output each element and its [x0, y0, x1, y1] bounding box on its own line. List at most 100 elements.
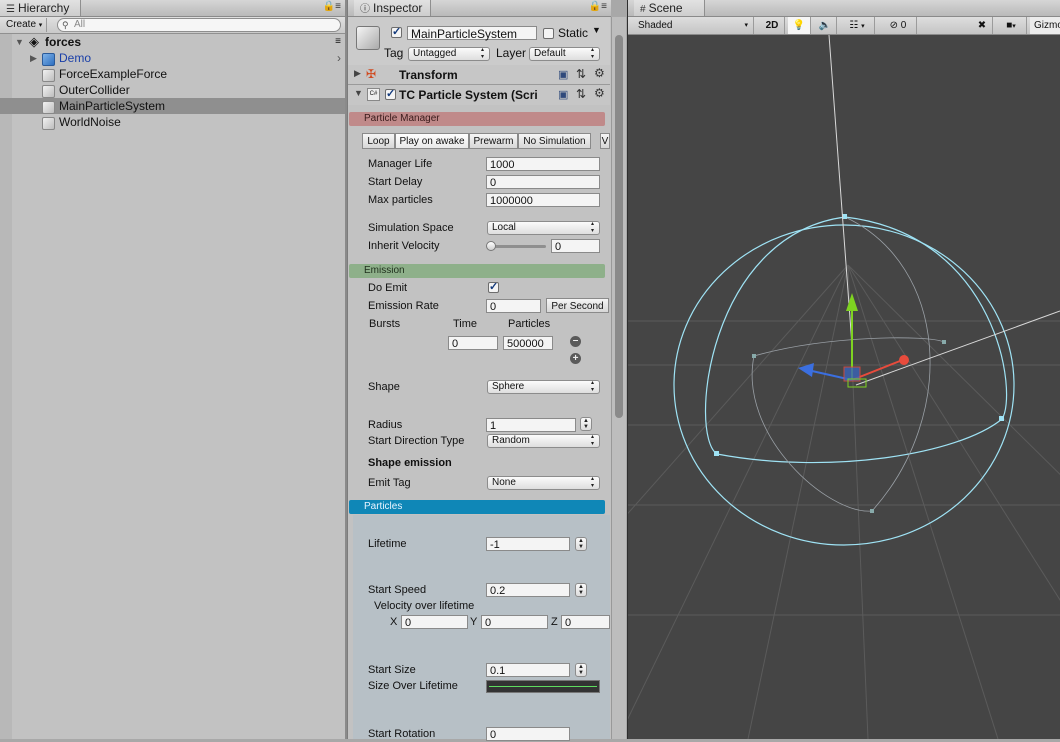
chevron-right-icon[interactable]: ›: [337, 50, 341, 66]
rate-mode-button[interactable]: Per Second: [546, 298, 609, 313]
camera-icon[interactable]: ■▾: [996, 17, 1027, 34]
hierarchy-tab-bar: ☰ Hierarchy 🔒≡: [0, 0, 345, 17]
play-on-awake-toggle[interactable]: Play on awake: [395, 133, 469, 149]
tools-icon[interactable]: ✖: [972, 17, 993, 34]
gameobject-cube-icon: [42, 117, 55, 130]
emission-rate-label: Emission Rate: [368, 300, 439, 312]
hierarchy-search-input[interactable]: ⚲ All: [57, 18, 341, 32]
collapse-arrow-icon[interactable]: ▶: [354, 68, 361, 79]
prewarm-toggle[interactable]: Prewarm: [469, 133, 518, 149]
inherit-velocity-slider-thumb[interactable]: [486, 241, 496, 251]
object-name-field[interactable]: MainParticleSystem: [407, 26, 537, 41]
gear-icon[interactable]: ⚙: [594, 86, 605, 100]
inherit-velocity-field[interactable]: 0: [551, 239, 600, 253]
scene-root-row[interactable]: ▼ ◈ forces ≡: [0, 34, 345, 50]
lifetime-label: Lifetime: [368, 538, 407, 550]
burst-particles-field[interactable]: 500000: [503, 336, 553, 350]
dropdown-arrow-icon[interactable]: ▼: [592, 25, 601, 35]
lighting-icon[interactable]: 💡: [788, 17, 811, 34]
collapse-arrow-icon[interactable]: ▶: [30, 50, 37, 66]
static-checkbox[interactable]: [543, 28, 554, 39]
hierarchy-panel: ☰ Hierarchy 🔒≡ Create ▾ ⚲ All ▼ ◈ forces …: [0, 0, 345, 739]
max-particles-field[interactable]: 1000000: [486, 193, 600, 207]
burst-time-field[interactable]: 0: [448, 336, 498, 350]
velocity-z-field[interactable]: 0: [561, 615, 610, 629]
start-speed-field[interactable]: 0.2: [486, 583, 570, 597]
start-size-field[interactable]: 0.1: [486, 663, 570, 677]
inspector-tab[interactable]: ⓘ Inspector: [354, 0, 431, 16]
scene-viewport[interactable]: [628, 35, 1060, 739]
emission-header[interactable]: Emission: [349, 264, 605, 278]
tag-dropdown[interactable]: Untagged: [408, 47, 490, 61]
inherit-velocity-slider-track[interactable]: [490, 245, 546, 248]
unity-scene-icon: ◈: [29, 34, 39, 49]
audio-icon[interactable]: 🔈: [814, 17, 837, 34]
2d-toggle[interactable]: 2D: [760, 17, 785, 34]
component-label: TC Particle System (Scri: [399, 88, 538, 102]
transform-label: Transform: [399, 68, 458, 82]
hierarchy-item-mainparticlesystem[interactable]: MainParticleSystem: [0, 98, 345, 114]
velocity-y-field[interactable]: 0: [481, 615, 548, 629]
lifetime-spinner[interactable]: ▲ ▼: [575, 537, 587, 551]
gameobject-cube-icon: [42, 101, 55, 114]
velocity-x-field[interactable]: 0: [401, 615, 468, 629]
lock-icon[interactable]: 🔒≡: [589, 1, 607, 12]
scene-toolbar: Shaded▾ 2D 💡 🔈 ☷ ▾ ⊘ 0 ✖ ■▾ Gizmos: [628, 17, 1060, 35]
hierarchy-tab[interactable]: ☰ Hierarchy: [0, 0, 81, 16]
particle-manager-header[interactable]: Particle Manager: [349, 112, 605, 126]
size-over-lifetime-curve[interactable]: [486, 680, 600, 693]
component-enabled-checkbox[interactable]: ✓: [385, 89, 396, 100]
plus-circle-icon[interactable]: +: [570, 353, 581, 364]
layer-dropdown[interactable]: Default: [529, 47, 600, 61]
list-icon: ☰: [6, 4, 15, 15]
start-delay-label: Start Delay: [368, 176, 423, 188]
overflow-toggle[interactable]: V: [600, 133, 610, 149]
lock-icon[interactable]: 🔒≡: [323, 1, 341, 12]
hierarchy-item-worldnoise[interactable]: WorldNoise: [0, 114, 345, 130]
size-over-lifetime-label: Size Over Lifetime: [368, 680, 458, 692]
simulation-space-dropdown[interactable]: Local: [487, 221, 600, 235]
start-speed-spinner[interactable]: ▲ ▼: [575, 583, 587, 597]
effects-icon[interactable]: ☷ ▾: [840, 17, 875, 34]
start-size-spinner[interactable]: ▲ ▼: [575, 663, 587, 677]
loop-toggle[interactable]: Loop: [362, 133, 395, 149]
particles-header[interactable]: Particles: [349, 500, 605, 514]
start-direction-dropdown[interactable]: Random: [487, 434, 600, 448]
help-book-icon[interactable]: ▣: [558, 68, 568, 81]
scene-menu-icon[interactable]: ≡: [335, 34, 341, 50]
scene-tab[interactable]: # Scene: [634, 0, 705, 16]
hidden-objects-toggle[interactable]: ⊘ 0: [880, 17, 917, 34]
emission-rate-field[interactable]: 0: [486, 299, 541, 313]
prefab-cube-icon: [42, 53, 55, 66]
script-icon: C#: [367, 88, 380, 101]
time-column-header: Time: [453, 318, 478, 330]
expand-arrow-icon[interactable]: ▼: [354, 88, 363, 98]
emit-tag-dropdown[interactable]: None: [487, 476, 600, 490]
hierarchy-item-forceexampleforce[interactable]: ForceExampleForce: [0, 66, 345, 82]
radius-spinner[interactable]: ▲ ▼: [580, 417, 592, 431]
gear-icon[interactable]: ⚙: [594, 66, 605, 80]
draw-mode-dropdown[interactable]: Shaded ▾: [628, 17, 754, 34]
shape-dropdown[interactable]: Sphere: [487, 380, 600, 394]
hierarchy-item-outercollider[interactable]: OuterCollider: [0, 82, 345, 98]
create-button[interactable]: Create ▾: [2, 18, 48, 32]
transform-component-header[interactable]: [348, 65, 610, 85]
do-emit-checkbox[interactable]: ✓: [488, 282, 499, 293]
x-axis-handle-icon: [899, 355, 909, 365]
gizmos-dropdown[interactable]: Gizmos: [1030, 17, 1060, 34]
minus-circle-icon[interactable]: –: [570, 336, 581, 347]
expand-arrow-icon[interactable]: ▼: [15, 34, 24, 50]
preset-icon[interactable]: ⇅: [576, 87, 586, 101]
radius-field[interactable]: 1: [486, 418, 576, 432]
preset-icon[interactable]: ⇅: [576, 67, 586, 81]
hierarchy-item-demo[interactable]: ▶ Demo ›: [0, 50, 345, 66]
inspector-scrollbar[interactable]: [611, 17, 626, 739]
no-simulation-toggle[interactable]: No Simulation: [518, 133, 591, 149]
active-checkbox[interactable]: ✓: [391, 27, 402, 38]
inspector-scroll-thumb[interactable]: [615, 35, 623, 418]
help-book-icon[interactable]: ▣: [558, 88, 568, 101]
start-size-label: Start Size: [368, 664, 416, 676]
start-delay-field[interactable]: 0: [486, 175, 600, 189]
manager-life-field[interactable]: 1000: [486, 157, 600, 171]
lifetime-field[interactable]: -1: [486, 537, 570, 551]
